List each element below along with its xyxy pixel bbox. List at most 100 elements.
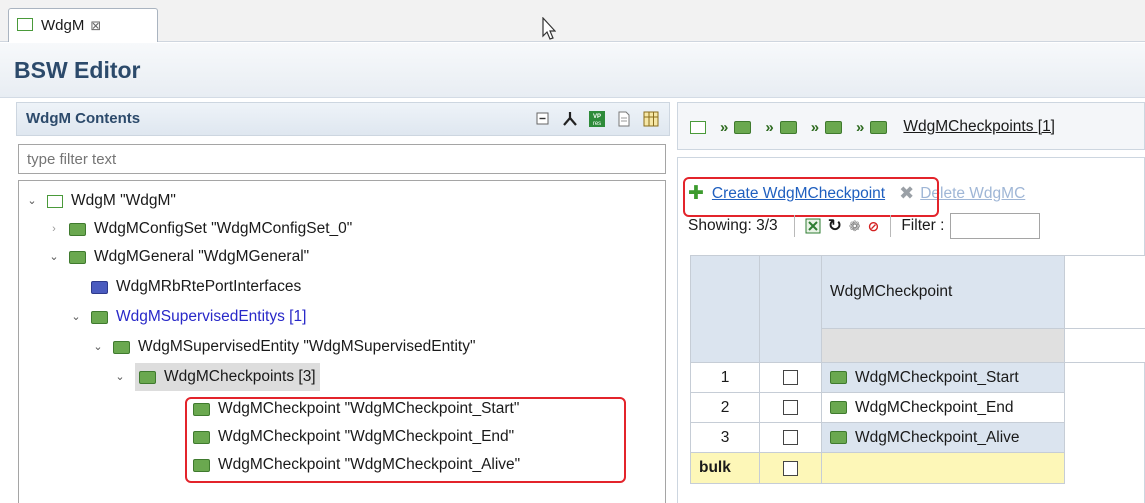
document-icon[interactable] xyxy=(615,110,633,128)
table-row[interactable]: WdgMCheckpoint_Alive xyxy=(821,422,1065,453)
bulk-row-label: bulk xyxy=(690,452,760,484)
highlight-box-checkpoints xyxy=(185,397,626,483)
bulk-edit-cell[interactable] xyxy=(821,452,1065,484)
vp-res-icon[interactable]: VPres xyxy=(588,110,606,128)
highlight-box-create xyxy=(683,177,939,217)
breadcrumb: » » » » WdgMCheckpoints [1] xyxy=(677,102,1145,150)
folder-icon xyxy=(69,222,86,236)
tree-item-label: WdgMCheckpoints [3] xyxy=(164,368,316,385)
folder-icon xyxy=(830,431,847,444)
row-name: WdgMCheckpoint_End xyxy=(855,398,1014,416)
folder-icon xyxy=(870,120,888,134)
tree-item-label: WdgMSupervisedEntitys [1] xyxy=(116,308,307,325)
toolbar-separator xyxy=(793,215,795,237)
editor-tab-strip: WdgM ⊠ xyxy=(0,0,1145,42)
vp-badge-top: VP xyxy=(593,114,601,120)
row-checkbox[interactable] xyxy=(783,400,798,415)
row-name: WdgMCheckpoint_Alive xyxy=(855,428,1020,446)
tree-item-rbrte-port-interfaces[interactable]: WdgMRbRtePortInterfaces xyxy=(91,273,301,301)
editor-header: BSW Editor xyxy=(0,43,1145,98)
module-icon xyxy=(47,194,63,208)
contents-tree: ⌄ WdgM "WdgM" › WdgMConfigSet "WdgMConfi… xyxy=(18,180,666,503)
tab-wdgm[interactable]: WdgM ⊠ xyxy=(8,8,158,42)
row-index-label: 1 xyxy=(720,368,730,386)
folder-icon xyxy=(139,370,156,384)
contents-pane-title: WdgM Contents xyxy=(26,110,141,127)
row-index: 1 xyxy=(690,362,760,393)
column-header-checkpoint[interactable]: WdgMCheckpoint xyxy=(821,255,1065,329)
table-row[interactable]: WdgMCheckpoint_End xyxy=(821,392,1065,423)
editor-title: BSW Editor xyxy=(14,57,141,83)
column-header-blank xyxy=(1064,255,1145,329)
table-corner-cell xyxy=(690,255,760,363)
contents-pane: WdgM Contents VPres ⌄ WdgM "WdgM" › WdgM… xyxy=(16,102,670,503)
tree-item-selection: WdgMCheckpoints [3] xyxy=(135,363,320,391)
row-checkbox-cell xyxy=(759,392,822,423)
close-icon[interactable]: ⊠ xyxy=(90,18,101,33)
folder-icon xyxy=(69,250,86,264)
module-icon[interactable] xyxy=(690,120,706,134)
folder-icon[interactable] xyxy=(734,120,752,134)
bulk-label: bulk xyxy=(699,459,731,476)
tree-item-label: WdgMRbRtePortInterfaces xyxy=(116,278,302,295)
tree-item-supervised-entitys[interactable]: ⌄ WdgMSupervisedEntitys [1] xyxy=(69,303,306,331)
chevron-right-icon[interactable]: › xyxy=(47,215,61,243)
tree-item-general[interactable]: ⌄ WdgMGeneral "WdgMGeneral" xyxy=(47,243,309,271)
folder-icon[interactable] xyxy=(779,120,797,134)
row-index: 2 xyxy=(690,392,760,423)
chevron-double-right-icon: » xyxy=(765,118,774,136)
filter-label: Filter : xyxy=(901,217,945,234)
mouse-cursor-icon xyxy=(542,17,556,40)
tree-item-checkpoints[interactable]: ⌄ WdgMCheckpoints [3] xyxy=(113,363,320,391)
row-checkbox[interactable] xyxy=(783,430,798,445)
chevron-double-right-icon: » xyxy=(810,118,820,136)
tab-label: WdgM xyxy=(41,17,85,34)
refresh-icon[interactable]: ↻ xyxy=(828,216,842,236)
folder-blue-icon xyxy=(91,280,108,294)
clear-filter-icon[interactable]: ⊘ xyxy=(868,218,880,235)
contents-toolbar: VP res xyxy=(534,110,660,128)
bulk-checkbox[interactable] xyxy=(783,460,798,476)
table-row[interactable]: WdgMCheckpoint_Start xyxy=(821,362,1065,393)
tree-item-wdgm[interactable]: ⌄ WdgM "WdgM" xyxy=(25,187,176,215)
column-filter-blank xyxy=(1064,328,1145,363)
column-filter-cell[interactable] xyxy=(821,328,1065,363)
tree-filter-input[interactable] xyxy=(18,144,666,174)
bulk-checkbox-cell xyxy=(759,452,822,484)
row-index-label: 3 xyxy=(720,428,730,446)
tree-item-configset[interactable]: › WdgMConfigSet "WdgMConfigSet_0" xyxy=(47,215,352,243)
folder-icon xyxy=(91,310,108,324)
chevron-down-icon[interactable]: ⌄ xyxy=(91,333,105,361)
folder-icon xyxy=(113,340,130,354)
row-checkbox-cell xyxy=(759,422,822,453)
breadcrumb-link-checkpoints[interactable]: WdgMCheckpoints [1] xyxy=(903,118,1055,136)
row-index: 3 xyxy=(690,422,760,453)
tree-item-label: WdgMGeneral "WdgMGeneral" xyxy=(94,248,310,265)
row-checkbox[interactable] xyxy=(783,370,798,385)
chevron-down-icon[interactable]: ⌄ xyxy=(47,243,61,271)
chevron-down-icon[interactable]: ⌄ xyxy=(69,303,83,331)
hierarchy-icon[interactable] xyxy=(561,110,579,128)
excel-export-icon[interactable] xyxy=(805,218,821,234)
vp-badge-bottom: res xyxy=(593,121,601,127)
folder-icon xyxy=(830,371,847,384)
chevron-double-right-icon: » xyxy=(720,118,729,136)
folder-icon[interactable] xyxy=(825,120,843,134)
tree-item-label: WdgM "WdgM" xyxy=(71,192,176,209)
chevron-down-icon[interactable]: ⌄ xyxy=(113,363,127,391)
module-icon xyxy=(17,18,33,31)
details-body: ✚ Create WdgMCheckpoint ✖ Delete WdgMC S… xyxy=(677,157,1145,503)
row-checkbox-cell xyxy=(759,362,822,393)
table-icon[interactable] xyxy=(642,110,660,128)
chevron-double-right-icon: » xyxy=(856,118,865,136)
tree-item-supervised-entity[interactable]: ⌄ WdgMSupervisedEntity "WdgMSupervisedEn… xyxy=(91,333,475,361)
row-index-label: 2 xyxy=(720,398,730,416)
chevron-down-icon[interactable]: ⌄ xyxy=(25,187,39,215)
column-header-label: WdgMCheckpoint xyxy=(830,283,953,300)
showing-count: Showing: 3/3 xyxy=(688,217,778,234)
tree-item-label: WdgMConfigSet "WdgMConfigSet_0" xyxy=(94,220,353,237)
collapse-all-icon[interactable] xyxy=(534,110,552,128)
settings-icon[interactable]: ❁ xyxy=(849,218,861,235)
table-filter-input[interactable] xyxy=(950,213,1041,239)
details-pane: » » » » WdgMCheckpoints [1] ✚ Create Wdg… xyxy=(677,102,1145,503)
